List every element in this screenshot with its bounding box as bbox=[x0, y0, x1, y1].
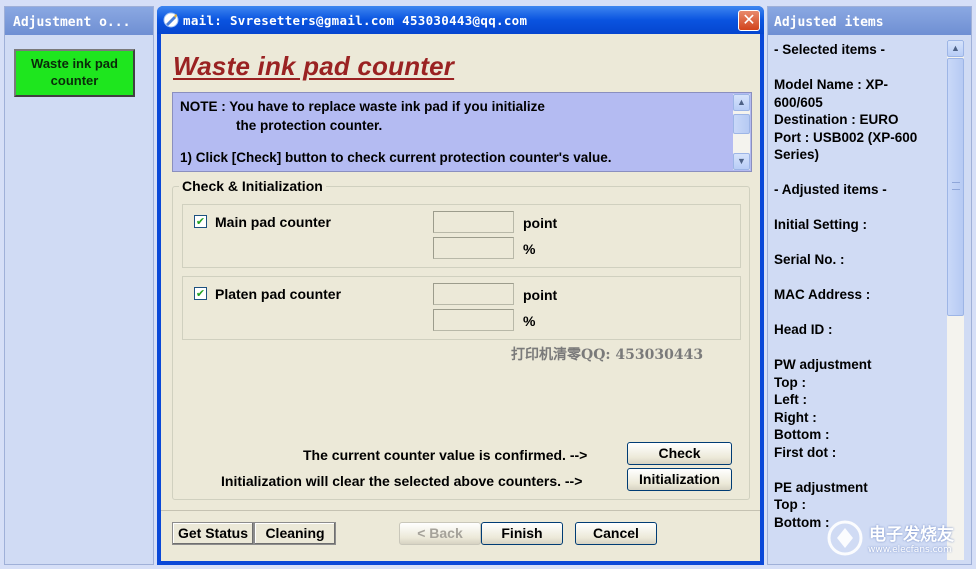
platen-pad-percent-field[interactable] bbox=[433, 309, 514, 331]
adjusted-item: MAC Address : bbox=[774, 287, 871, 302]
platen-pad-point-field[interactable] bbox=[433, 283, 514, 305]
platen-pad-counter-box: ✔ Platen pad counter point % bbox=[182, 276, 741, 340]
note-textbox[interactable]: NOTE : You have to replace waste ink pad… bbox=[172, 92, 752, 172]
check-initialization-group: Check & Initialization ✔ Main pad counte… bbox=[172, 178, 750, 500]
note-scroll-thumb[interactable] bbox=[733, 114, 750, 134]
cleaning-button[interactable]: Cleaning bbox=[254, 522, 336, 545]
platen-pad-label: Platen pad counter bbox=[215, 286, 342, 302]
brand-url: www.elecfans.com bbox=[868, 545, 952, 555]
adjusted-items-list: - Selected items - Model Name : XP- 600/6… bbox=[774, 41, 944, 531]
adjusted-item: Model Name : XP- 600/605 bbox=[774, 77, 889, 110]
app-icon bbox=[163, 12, 179, 28]
page-title: Waste ink pad counter bbox=[173, 51, 455, 81]
qq-watermark: 打印机清零QQ: 453030443 bbox=[511, 347, 704, 363]
adjustment-order-panel: Adjustment o... Waste ink pad counter bbox=[4, 6, 154, 565]
adjusted-items-scroll-thumb[interactable] bbox=[947, 58, 964, 316]
brand-name: 电子发烧友 bbox=[869, 525, 954, 545]
get-status-button[interactable]: Get Status bbox=[172, 522, 254, 545]
scroll-grip-icon bbox=[952, 182, 960, 190]
main-pad-percent-unit: % bbox=[523, 241, 536, 257]
adjusted-item: Initial Setting : bbox=[774, 217, 867, 232]
adjusted-item bbox=[774, 461, 944, 479]
adjusted-items-panel: Adjusted items - Selected items - Model N… bbox=[767, 6, 972, 565]
back-button[interactable]: < Back bbox=[399, 522, 481, 545]
scroll-up-icon[interactable]: ▲ bbox=[947, 40, 964, 57]
adjusted-item: Serial No. : bbox=[774, 252, 845, 267]
waste-ink-dialog: mail: Svresetters@gmail.com 453030443@qq… bbox=[157, 6, 764, 565]
main-pad-percent-field[interactable] bbox=[433, 237, 514, 259]
main-pad-counter-box: ✔ Main pad counter point % bbox=[182, 204, 741, 268]
platen-pad-checkbox[interactable]: ✔ bbox=[194, 287, 207, 300]
adjusted-item: Head ID : bbox=[774, 322, 833, 337]
adjusted-item bbox=[774, 164, 944, 182]
left-panel-title: Adjustment o... bbox=[5, 7, 153, 35]
scroll-up-icon[interactable]: ▲ bbox=[733, 94, 750, 111]
left-item-label-line1: Waste ink pad bbox=[31, 56, 118, 71]
main-pad-checkbox[interactable]: ✔ bbox=[194, 215, 207, 228]
adjusted-items-scrollbar[interactable]: ▲ bbox=[947, 40, 964, 560]
adjusted-item: First dot : bbox=[774, 444, 837, 460]
adjusted-item bbox=[774, 269, 944, 287]
main-pad-point-field[interactable] bbox=[433, 211, 514, 233]
adjusted-item: PE adjustment bbox=[774, 479, 868, 495]
adjusted-item: Right : bbox=[774, 409, 817, 425]
footer-separator bbox=[161, 510, 760, 511]
close-button[interactable]: ✕ bbox=[738, 10, 760, 31]
main-pad-label: Main pad counter bbox=[215, 214, 331, 230]
adjusted-item bbox=[774, 199, 944, 217]
note-line3: 1) Click [Check] button to check current… bbox=[180, 150, 612, 165]
dialog-titlebar[interactable]: mail: Svresetters@gmail.com 453030443@qq… bbox=[157, 6, 764, 34]
adjusted-item: - Adjusted items - bbox=[774, 182, 887, 197]
main-pad-point-unit: point bbox=[523, 215, 558, 231]
adjusted-item bbox=[774, 339, 944, 357]
check-button[interactable]: Check bbox=[627, 442, 732, 465]
platen-pad-percent-unit: % bbox=[523, 313, 536, 329]
adjusted-item: Top : bbox=[774, 497, 806, 512]
adjusted-item: Top : bbox=[774, 374, 806, 390]
platen-pad-point-unit: point bbox=[523, 287, 558, 303]
scroll-down-icon[interactable]: ▼ bbox=[733, 153, 750, 170]
initialization-button[interactable]: Initialization bbox=[627, 468, 732, 491]
left-item-label-line2: counter bbox=[50, 73, 99, 88]
adjusted-item: Destination : EURO bbox=[774, 112, 899, 127]
waste-ink-pad-counter-item[interactable]: Waste ink pad counter bbox=[14, 49, 135, 97]
adjusted-item: - Selected items - bbox=[774, 42, 886, 57]
right-panel-title: Adjusted items bbox=[768, 7, 971, 35]
adjusted-item: Left : bbox=[774, 392, 807, 407]
adjusted-item: Bottom : bbox=[774, 427, 830, 442]
adjusted-item bbox=[774, 304, 944, 322]
adjusted-item: PW adjustment bbox=[774, 357, 872, 372]
note-scrollbar[interactable]: ▲ ▼ bbox=[733, 94, 750, 170]
dialog-client: Waste ink pad counter NOTE : You have to… bbox=[161, 34, 760, 561]
adjusted-item bbox=[774, 234, 944, 252]
note-line1: NOTE : You have to replace waste ink pad… bbox=[180, 99, 545, 114]
check-instruction: The current counter value is confirmed. … bbox=[303, 447, 588, 463]
adjusted-item bbox=[774, 59, 944, 77]
init-instruction: Initialization will clear the selected a… bbox=[221, 473, 583, 489]
group-title: Check & Initialization bbox=[179, 178, 326, 194]
finish-button[interactable]: Finish bbox=[481, 522, 563, 545]
dialog-title: mail: Svresetters@gmail.com 453030443@qq… bbox=[183, 13, 528, 28]
cancel-button[interactable]: Cancel bbox=[575, 522, 657, 545]
note-line2: the protection counter. bbox=[236, 118, 383, 133]
note-text: NOTE : You have to replace waste ink pad… bbox=[180, 97, 545, 135]
adjusted-item: Port : USB002 (XP-600 Series) bbox=[774, 129, 918, 163]
